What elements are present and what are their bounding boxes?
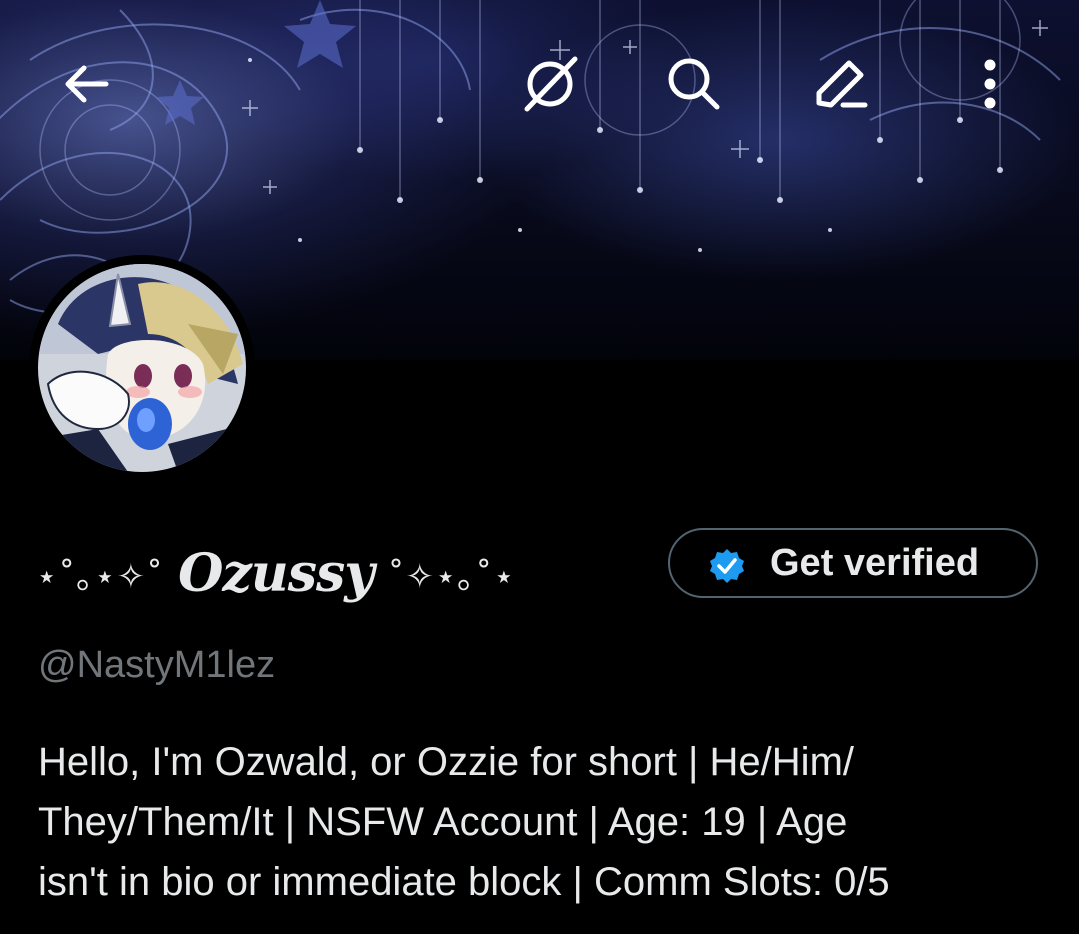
bio-line: Hello, I'm Ozwald, or Ozzie for short | … — [38, 740, 854, 784]
arrow-left-icon — [65, 65, 109, 103]
profile-bio: Hello, I'm Ozwald, or Ozzie for short | … — [38, 732, 1058, 912]
username-handle: @NastyM1lez — [38, 644, 276, 686]
avatar-artwork — [38, 264, 246, 472]
bio-line: isn't in bio or immediate block | Comm S… — [38, 860, 890, 904]
search-button[interactable] — [662, 52, 726, 116]
edit-button[interactable] — [808, 52, 872, 116]
grok-button[interactable] — [518, 52, 582, 116]
search-icon — [668, 58, 720, 110]
edit-icon — [816, 60, 868, 108]
display-name: ⋆˚｡⋆✧˚ Ozussy ˚✧⋆｡˚⋆ — [36, 538, 516, 608]
bio-line: They/Them/It | NSFW Account | Age: 19 | … — [38, 800, 848, 844]
more-button[interactable] — [958, 52, 1022, 116]
back-button[interactable] — [54, 52, 118, 116]
display-name-text: Ozussy — [178, 542, 374, 604]
avatar[interactable] — [38, 264, 246, 472]
verified-badge-icon — [710, 549, 744, 583]
get-verified-button[interactable]: Get verified — [668, 528, 1038, 598]
display-name-prefix: ⋆˚｡⋆✧˚ — [36, 556, 165, 597]
get-verified-label: Get verified — [770, 542, 980, 584]
display-name-suffix: ˚✧⋆｡˚⋆ — [387, 556, 516, 597]
grok-icon — [524, 56, 578, 112]
more-vertical-icon — [984, 59, 996, 109]
